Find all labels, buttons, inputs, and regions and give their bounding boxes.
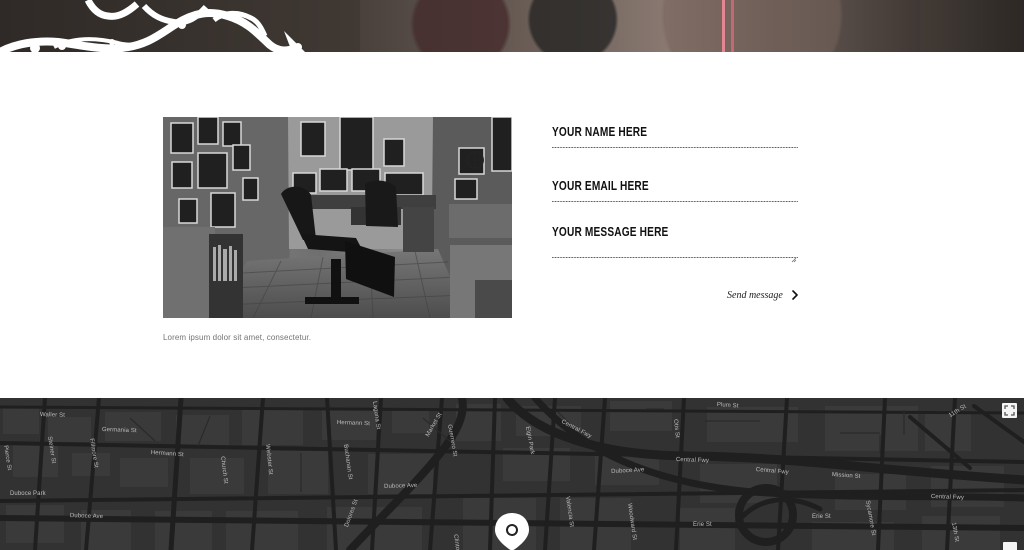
map-pin-icon[interactable] [494,512,530,550]
hero-banner [0,0,1024,52]
email-input[interactable] [552,170,798,202]
message-textarea[interactable] [552,224,798,258]
map-fullscreen-button[interactable] [1002,403,1017,418]
contact-section: Lorem ipsum dolor sit amet, consectetur.… [0,52,1024,398]
map-zoom-control[interactable] [1003,542,1017,550]
chevron-right-icon [792,290,798,300]
name-field-group [552,116,798,148]
tattooed-skin-photo [360,0,920,52]
studio-photo [163,117,512,318]
contact-form: Send message [552,116,798,301]
send-message-button[interactable]: Send message [727,286,799,304]
email-field-group [552,170,798,202]
ornamental-flourish-icon [0,0,305,52]
resize-grip-icon[interactable] [791,257,797,263]
name-input[interactable] [552,116,798,148]
message-field-group [552,224,798,258]
tattoo-studio-interior-image [163,117,512,318]
fullscreen-icon [1004,405,1015,416]
send-message-label: Send message [727,289,783,301]
pink-strap [722,0,734,52]
photo-caption: Lorem ipsum dolor sit amet, consectetur. [163,333,312,342]
location-map[interactable]: Waller St Germania St Pierce St Steiner … [0,398,1024,550]
